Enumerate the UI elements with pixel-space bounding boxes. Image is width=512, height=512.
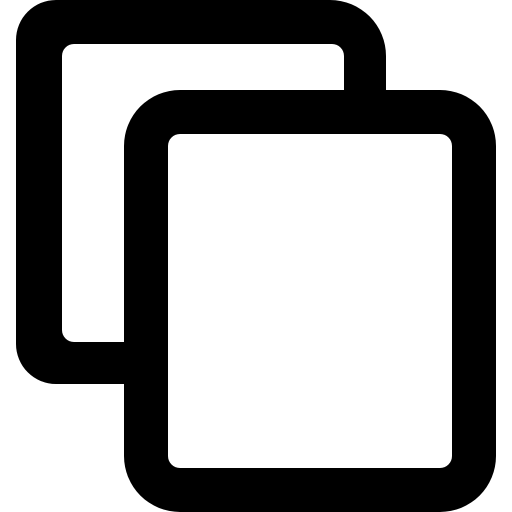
copy-icon-back-square (16, 0, 386, 384)
copy-icon-front-square (124, 90, 496, 512)
icon-canvas (0, 0, 512, 512)
copy-icon (16, 0, 496, 512)
